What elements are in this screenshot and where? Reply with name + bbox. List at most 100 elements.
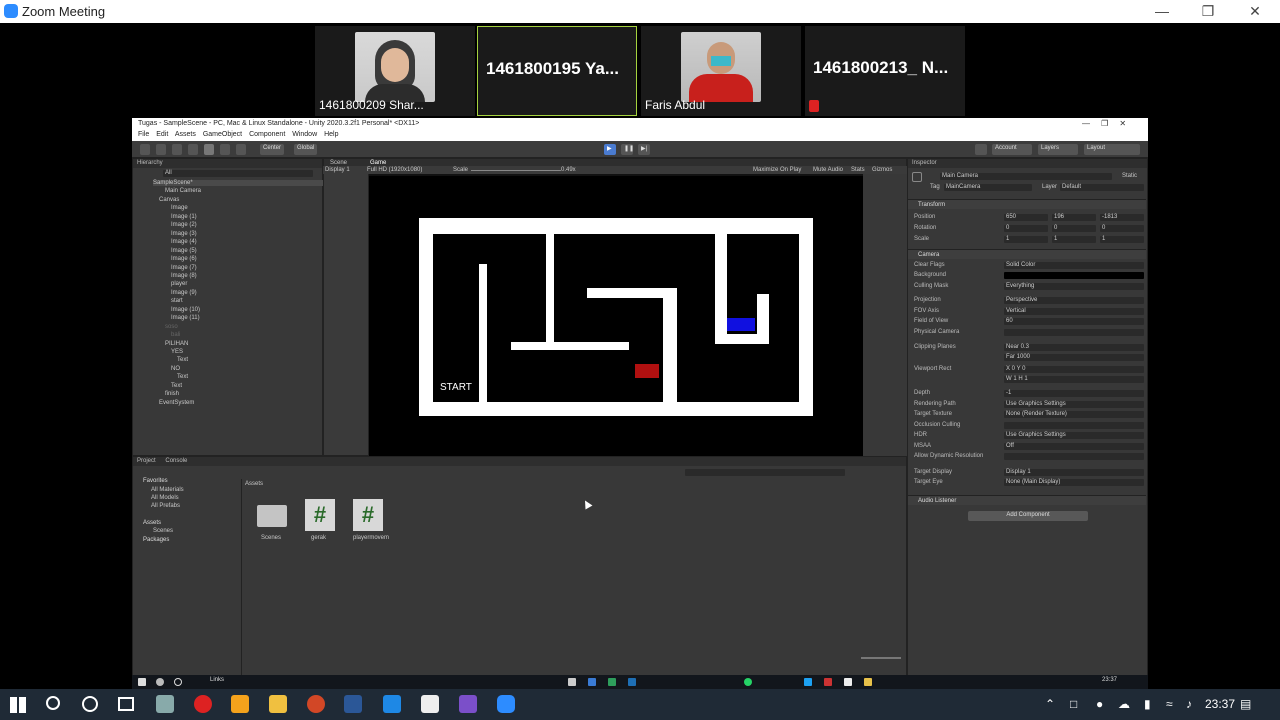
- task-view-icon[interactable]: [118, 697, 134, 711]
- volume-icon[interactable]: ♪: [1186, 697, 1192, 711]
- hierarchy-item[interactable]: NO: [171, 366, 180, 372]
- hierarchy-item[interactable]: PILIHAN: [165, 341, 188, 347]
- scenes-folder[interactable]: Scenes: [153, 528, 173, 534]
- tray-app-icon[interactable]: □: [1070, 697, 1077, 711]
- hierarchy-item[interactable]: bali: [171, 332, 180, 338]
- pivot-center-toggle[interactable]: Center: [260, 144, 285, 155]
- camera-prop-value[interactable]: Perspective: [1004, 297, 1144, 304]
- layers-dropdown[interactable]: Layers: [1038, 144, 1078, 155]
- powerpoint-icon[interactable]: [307, 695, 325, 713]
- stats-toggle[interactable]: Stats: [851, 167, 865, 173]
- rotation-z[interactable]: 0: [1100, 225, 1144, 232]
- menu-window[interactable]: Window: [292, 131, 317, 138]
- cortana-icon[interactable]: [82, 696, 98, 712]
- search-icon[interactable]: [156, 678, 164, 686]
- cloud-icon[interactable]: [975, 144, 987, 155]
- hierarchy-item[interactable]: Main Camera: [165, 188, 201, 194]
- hierarchy-item[interactable]: Image (10): [171, 307, 200, 313]
- menu-edit[interactable]: Edit: [156, 131, 168, 138]
- file-explorer-icon[interactable]: [269, 695, 287, 713]
- icon-size-slider[interactable]: [861, 657, 901, 659]
- microphone-icon[interactable]: ●: [1096, 697, 1103, 711]
- hierarchy-search-input[interactable]: All: [163, 170, 313, 177]
- game-view[interactable]: START: [369, 176, 863, 460]
- camera-prop-value[interactable]: None (Render Texture): [1004, 411, 1144, 418]
- camera-prop-value[interactable]: [1004, 329, 1144, 336]
- hierarchy-item[interactable]: Image (5): [171, 248, 197, 254]
- project-search-input[interactable]: [685, 469, 845, 476]
- account-dropdown[interactable]: Account: [992, 144, 1032, 155]
- hand-tool-icon[interactable]: [140, 144, 150, 155]
- participant-tile[interactable]: Faris Abdul: [641, 26, 801, 116]
- opera-icon[interactable]: [194, 695, 212, 713]
- hierarchy-item[interactable]: start: [171, 298, 183, 304]
- display-dropdown[interactable]: Display 1: [325, 167, 350, 173]
- move-tool-icon[interactable]: [156, 144, 166, 155]
- unity-icon[interactable]: [844, 678, 852, 686]
- rect-tool-icon[interactable]: [204, 144, 214, 155]
- favorite-item[interactable]: All Prefabs: [151, 503, 180, 509]
- unity-window-controls[interactable]: — ❐ ✕: [1082, 119, 1126, 128]
- menu-gameobject[interactable]: GameObject: [203, 131, 242, 138]
- wifi-icon[interactable]: ≈: [1166, 697, 1173, 711]
- camera-prop-value[interactable]: Near 0.3: [1004, 344, 1144, 351]
- menu-assets[interactable]: Assets: [175, 131, 196, 138]
- position-x[interactable]: 650: [1004, 214, 1048, 221]
- taskbar-app-icon[interactable]: [231, 695, 249, 713]
- tab-project[interactable]: Project: [137, 458, 156, 464]
- hierarchy-item[interactable]: Image (1): [171, 214, 197, 220]
- camera-prop-value[interactable]: Vertical: [1004, 308, 1144, 315]
- participant-tile[interactable]: 1461800213_ N...: [805, 26, 965, 116]
- hierarchy-item[interactable]: Image: [171, 205, 188, 211]
- camera-prop-value[interactable]: Far 1000: [1004, 354, 1144, 361]
- windows-start-icon[interactable]: [138, 678, 146, 686]
- scale-x[interactable]: 1: [1004, 236, 1048, 243]
- breadcrumb[interactable]: Assets: [245, 481, 263, 487]
- asset-scenes[interactable]: Scenes: [255, 499, 289, 541]
- word-icon[interactable]: [344, 695, 362, 713]
- tab-console[interactable]: Console: [165, 458, 187, 464]
- participant-tile[interactable]: 1461800209 Shar...: [315, 26, 475, 116]
- scale-z[interactable]: 1: [1100, 236, 1144, 243]
- taskbar-app-icon[interactable]: [156, 695, 174, 713]
- menu-component[interactable]: Component: [249, 131, 285, 138]
- unity-icon[interactable]: [421, 695, 439, 713]
- vscode-icon[interactable]: [588, 678, 596, 686]
- taskbar-app-icon[interactable]: [628, 678, 636, 686]
- windows-start-icon[interactable]: [10, 697, 26, 713]
- position-y[interactable]: 196: [1052, 214, 1096, 221]
- camera-prop-value[interactable]: X 0 Y 0: [1004, 366, 1144, 373]
- transform-header[interactable]: Transform: [908, 199, 1146, 209]
- hierarchy-item[interactable]: Text: [171, 383, 182, 389]
- rotation-y[interactable]: 0: [1052, 225, 1096, 232]
- transform-tool-icon[interactable]: [220, 144, 230, 155]
- layout-dropdown[interactable]: Layout: [1084, 144, 1140, 155]
- menu-help[interactable]: Help: [324, 131, 338, 138]
- hierarchy-item[interactable]: Image (4): [171, 239, 197, 245]
- tray-chevron-icon[interactable]: ⌃: [1045, 697, 1055, 711]
- inspector-tab[interactable]: Inspector: [908, 159, 1147, 168]
- rotate-tool-icon[interactable]: [172, 144, 182, 155]
- clock[interactable]: 23:37: [1205, 697, 1235, 711]
- hierarchy-item[interactable]: Image (7): [171, 265, 197, 271]
- position-z[interactable]: -1813: [1100, 214, 1144, 221]
- taskbar-app-icon[interactable]: [824, 678, 832, 686]
- camera-prop-value[interactable]: Off: [1004, 443, 1144, 450]
- taskbar-app-icon[interactable]: [804, 678, 812, 686]
- camera-prop-value[interactable]: [1004, 422, 1144, 429]
- menu-file[interactable]: File: [138, 131, 149, 138]
- restore-icon[interactable]: ❐: [1198, 3, 1218, 20]
- hierarchy-tab[interactable]: Hierarchy: [133, 159, 322, 168]
- notifications-icon[interactable]: ▤: [1240, 697, 1251, 711]
- asset-playermovem[interactable]: # playermovem: [351, 499, 391, 541]
- camera-prop-value[interactable]: [1004, 453, 1144, 460]
- camera-prop-value[interactable]: Solid Color: [1004, 262, 1144, 269]
- camera-prop-value[interactable]: None (Main Display): [1004, 479, 1144, 486]
- hierarchy-item[interactable]: finish: [165, 391, 179, 397]
- custom-tool-icon[interactable]: [236, 144, 246, 155]
- scale-y[interactable]: 1: [1052, 236, 1096, 243]
- favorite-item[interactable]: All Materials: [151, 487, 184, 493]
- resolution-dropdown[interactable]: Full HD (1920x1080): [367, 167, 422, 173]
- links-toolbar[interactable]: Links: [210, 677, 224, 683]
- camera-prop-value[interactable]: [1004, 272, 1144, 279]
